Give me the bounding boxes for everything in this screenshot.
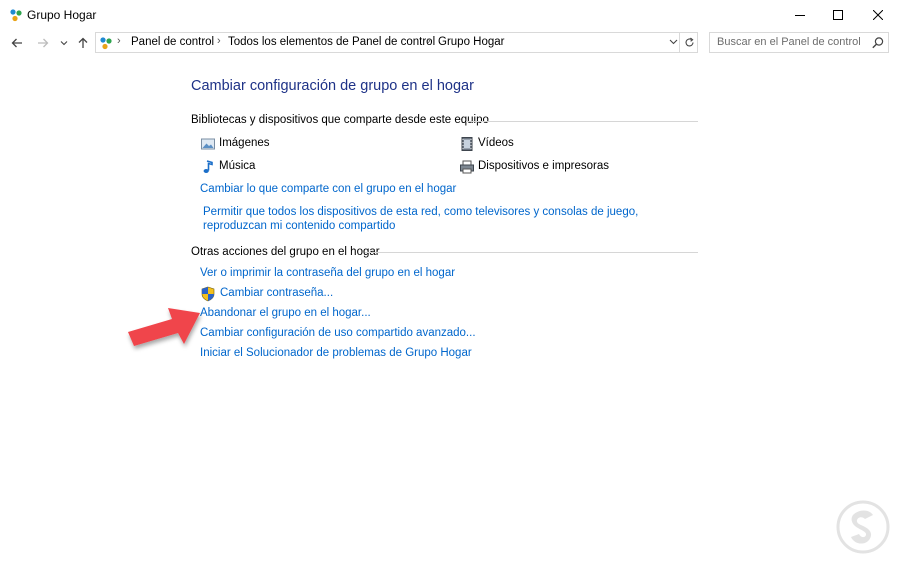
maximize-button[interactable] [815, 0, 860, 30]
title-bar: Grupo Hogar [0, 0, 900, 30]
troubleshooter-link[interactable]: Iniciar el Solucionador de problemas de … [200, 347, 472, 359]
advanced-sharing-settings-link[interactable]: Cambiar configuración de uso compartido … [200, 327, 476, 339]
close-button[interactable] [855, 0, 900, 30]
other-actions-heading: Otras acciones del grupo en el hogar [191, 246, 380, 258]
annotation-arrow-icon [128, 308, 200, 346]
change-shared-items-link[interactable]: Cambiar lo que comparte con el grupo en … [200, 183, 456, 195]
arrow-left-icon [11, 38, 22, 48]
window-title: Grupo Hogar [27, 8, 97, 22]
breadcrumb-panel-de-control[interactable]: Panel de control [131, 36, 214, 48]
breadcrumb-separator: › [427, 35, 431, 47]
arrow-right-icon [38, 38, 49, 48]
watermark-logo-icon [836, 500, 890, 554]
leave-homegroup-link[interactable]: Abandonar el grupo en el hogar... [200, 307, 371, 319]
up-button[interactable] [74, 34, 92, 52]
shared-item-label: Imágenes [219, 137, 270, 149]
chevron-down-icon [60, 41, 68, 46]
back-button[interactable] [8, 34, 26, 52]
address-bar[interactable]: › Panel de control › Todos los elementos… [95, 32, 698, 53]
address-dropdown-button[interactable] [666, 34, 680, 48]
breadcrumb-grupo-hogar[interactable]: Grupo Hogar [438, 36, 504, 48]
search-icon[interactable] [871, 36, 885, 50]
close-icon [872, 10, 883, 20]
homegroup-icon [10, 9, 22, 22]
breadcrumb-separator: › [217, 35, 221, 47]
page-title: Cambiar configuración de grupo en el hog… [191, 78, 474, 94]
printer-icon [460, 160, 474, 174]
homegroup-icon [100, 37, 112, 50]
music-icon [203, 160, 213, 173]
refresh-icon [684, 37, 694, 47]
pictures-icon [201, 138, 215, 150]
recent-locations-button[interactable] [57, 34, 71, 52]
shared-section-heading: Bibliotecas y dispositivos que comparte … [191, 114, 489, 126]
allow-media-devices-link[interactable]: Permitir que todos los dispositivos de e… [203, 205, 703, 233]
maximize-icon [832, 10, 843, 20]
navigation-bar: › Panel de control › Todos los elementos… [0, 30, 900, 56]
chevron-down-icon [669, 39, 677, 44]
search-box[interactable]: Buscar en el Panel de control [709, 32, 889, 53]
breadcrumb-separator: › [117, 35, 121, 47]
videos-icon [461, 137, 473, 151]
minimize-icon [794, 15, 805, 16]
section-divider [365, 252, 698, 253]
shared-item-label: Vídeos [478, 137, 514, 149]
forward-button[interactable] [34, 34, 52, 52]
section-divider [466, 121, 698, 122]
shared-item-label: Dispositivos e impresoras [478, 160, 610, 172]
refresh-button[interactable] [679, 32, 698, 53]
view-print-password-link[interactable]: Ver o imprimir la contraseña del grupo e… [200, 267, 455, 279]
shared-item-label: Música [219, 160, 256, 172]
search-placeholder: Buscar en el Panel de control [717, 36, 861, 48]
change-password-link[interactable]: Cambiar contraseña... [220, 287, 333, 299]
arrow-up-icon [78, 37, 88, 48]
breadcrumb-todos-los-elementos[interactable]: Todos los elementos de Panel de control [228, 36, 435, 48]
